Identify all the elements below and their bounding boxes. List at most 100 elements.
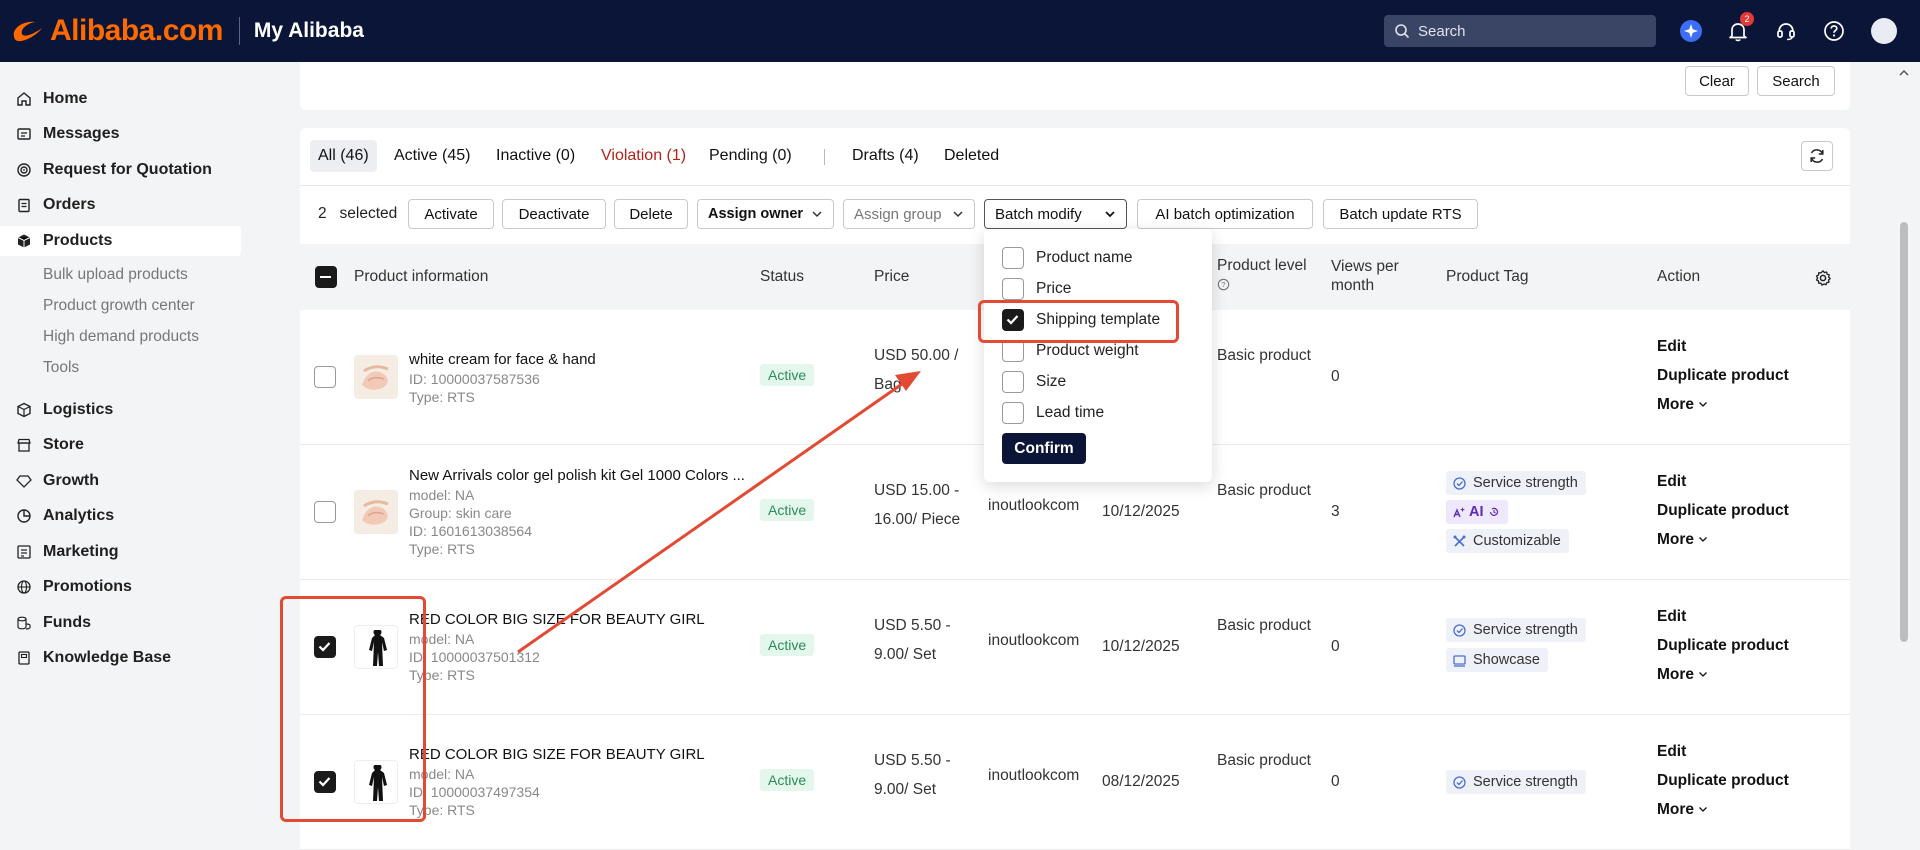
product-title[interactable]: white cream for face & hand bbox=[409, 351, 596, 368]
sidebar-subitem-high-demand[interactable]: High demand products bbox=[43, 328, 199, 346]
menu-option-lead-time[interactable]: Lead time bbox=[1002, 402, 1104, 424]
section-title[interactable]: My Alibaba bbox=[254, 19, 364, 43]
chevron-down-icon bbox=[953, 211, 963, 218]
tab-violation[interactable]: Violation (1) bbox=[593, 140, 694, 172]
product-thumbnail[interactable] bbox=[354, 355, 398, 399]
deactivate-button[interactable]: Deactivate bbox=[502, 199, 606, 229]
sidebar-item-marketing[interactable]: Marketing bbox=[0, 537, 241, 567]
menu-option-product-name[interactable]: Product name bbox=[1002, 247, 1133, 269]
user-avatar[interactable] bbox=[1870, 17, 1898, 45]
search-button[interactable]: Search bbox=[1757, 66, 1835, 96]
sidebar-item-home[interactable]: Home bbox=[0, 84, 241, 114]
customer-service-icon[interactable] bbox=[1772, 17, 1800, 45]
tag-label: Service strength bbox=[1473, 622, 1578, 638]
product-thumbnail[interactable] bbox=[354, 490, 398, 534]
sidebar-item-analytics[interactable]: Analytics bbox=[0, 501, 241, 531]
menu-option-price[interactable]: Price bbox=[1002, 278, 1071, 300]
option-label: Price bbox=[1036, 280, 1072, 297]
option-checkbox[interactable] bbox=[1002, 340, 1024, 362]
page-scrollbar[interactable] bbox=[1900, 222, 1908, 642]
views-count: 3 bbox=[1331, 503, 1340, 520]
select-all-checkbox[interactable] bbox=[315, 266, 337, 288]
product-id: ID: 10000037501312 bbox=[409, 649, 540, 665]
option-checkbox[interactable] bbox=[1002, 278, 1024, 300]
price-line-2: Bag bbox=[874, 376, 902, 393]
sidebar-subitem-growth-center[interactable]: Product growth center bbox=[43, 297, 195, 315]
tab-inactive[interactable]: Inactive (0) bbox=[488, 140, 583, 172]
sidebar-item-label: Products bbox=[43, 232, 113, 249]
confirm-button[interactable]: Confirm bbox=[1002, 433, 1086, 464]
notification-bell-icon[interactable]: 2 bbox=[1724, 12, 1754, 45]
edit-link[interactable]: Edit bbox=[1657, 743, 1686, 761]
customize-icon bbox=[1453, 535, 1466, 547]
price-line-1: USD 50.00 / bbox=[874, 347, 959, 364]
tab-drafts[interactable]: Drafts (4) bbox=[844, 140, 927, 172]
scroll-up-icon[interactable] bbox=[1898, 68, 1910, 78]
tab-all[interactable]: All (46) bbox=[310, 140, 377, 172]
ai-assistant-icon[interactable] bbox=[1677, 17, 1705, 45]
chevron-down-icon bbox=[812, 211, 822, 218]
clipboard-icon bbox=[15, 196, 33, 214]
sidebar-subitem-tools[interactable]: Tools bbox=[43, 359, 79, 377]
option-checkbox[interactable] bbox=[1002, 247, 1024, 269]
product-level: Basic product bbox=[1217, 482, 1311, 499]
tab-active[interactable]: Active (45) bbox=[386, 140, 478, 172]
header-views-line2: month bbox=[1331, 277, 1375, 294]
menu-option-size[interactable]: Size bbox=[1002, 371, 1066, 393]
price-line-1: USD 5.50 - bbox=[874, 617, 951, 634]
help-icon[interactable] bbox=[1820, 17, 1848, 45]
assign-group-select[interactable]: Assign group bbox=[843, 199, 975, 229]
alibaba-logo[interactable]: Alibaba.com bbox=[10, 14, 223, 48]
edit-link[interactable]: Edit bbox=[1657, 608, 1686, 626]
option-checkbox[interactable] bbox=[1002, 402, 1024, 424]
header-product-tag: Product Tag bbox=[1446, 268, 1529, 285]
sidebar-item-knowledge-base[interactable]: Knowledge Base bbox=[0, 643, 241, 673]
batch-modify-dropdown[interactable]: Batch modify bbox=[984, 199, 1127, 229]
sidebar-item-promotions[interactable]: Promotions bbox=[0, 572, 241, 602]
clear-button[interactable]: Clear bbox=[1685, 66, 1749, 96]
product-title[interactable]: RED COLOR BIG SIZE FOR BEAUTY GIRL bbox=[409, 611, 705, 628]
sidebar-item-growth[interactable]: Growth bbox=[0, 466, 241, 496]
sidebar-item-orders[interactable]: Orders bbox=[0, 190, 241, 220]
duplicate-product-link[interactable]: Duplicate product bbox=[1657, 772, 1789, 790]
activate-button[interactable]: Activate bbox=[408, 199, 494, 229]
row-checkbox[interactable] bbox=[314, 501, 336, 523]
tab-pending[interactable]: Pending (0) bbox=[701, 140, 800, 172]
column-settings-icon[interactable] bbox=[1814, 269, 1832, 292]
sidebar-item-label: Messages bbox=[43, 125, 120, 142]
more-menu[interactable]: More bbox=[1657, 531, 1708, 549]
ai-batch-optimization-button[interactable]: AI batch optimization bbox=[1137, 199, 1313, 229]
sidebar-item-products[interactable]: Products bbox=[0, 226, 241, 256]
product-title[interactable]: New Arrivals color gel polish kit Gel 10… bbox=[409, 467, 745, 484]
header-product-level: Product level ? bbox=[1217, 257, 1307, 296]
refresh-button[interactable] bbox=[1801, 141, 1833, 171]
option-checkbox[interactable] bbox=[1002, 371, 1024, 393]
views-count: 0 bbox=[1331, 638, 1340, 655]
delete-button[interactable]: Delete bbox=[614, 199, 688, 229]
more-menu[interactable]: More bbox=[1657, 801, 1708, 819]
duplicate-product-link[interactable]: Duplicate product bbox=[1657, 502, 1789, 520]
sidebar-item-label: Knowledge Base bbox=[43, 649, 172, 666]
batch-update-rts-button[interactable]: Batch update RTS bbox=[1323, 199, 1478, 229]
price-cell: USD 15.00 - 16.00/ Piece bbox=[874, 476, 960, 534]
assign-group-label: Assign group bbox=[854, 205, 942, 223]
sidebar-item-funds[interactable]: Funds bbox=[0, 608, 241, 638]
sidebar-item-rfq[interactable]: Request for Quotation bbox=[0, 155, 241, 185]
row-checkbox[interactable] bbox=[314, 366, 336, 388]
sidebar-subitem-bulk-upload[interactable]: Bulk upload products bbox=[43, 266, 188, 284]
sidebar-item-logistics[interactable]: Logistics bbox=[0, 395, 241, 425]
global-search-input[interactable]: Search bbox=[1384, 15, 1656, 47]
edit-link[interactable]: Edit bbox=[1657, 338, 1686, 356]
tab-deleted[interactable]: Deleted bbox=[936, 140, 1007, 172]
more-menu[interactable]: More bbox=[1657, 666, 1708, 684]
duplicate-product-link[interactable]: Duplicate product bbox=[1657, 637, 1789, 655]
assign-owner-select[interactable]: Assign owner bbox=[697, 199, 834, 229]
more-menu[interactable]: More bbox=[1657, 396, 1708, 414]
sidebar-item-store[interactable]: Store bbox=[0, 430, 241, 460]
duplicate-product-link[interactable]: Duplicate product bbox=[1657, 367, 1789, 385]
product-title[interactable]: RED COLOR BIG SIZE FOR BEAUTY GIRL bbox=[409, 746, 705, 763]
edit-link[interactable]: Edit bbox=[1657, 473, 1686, 491]
info-icon[interactable]: ? bbox=[1217, 278, 1230, 291]
menu-option-product-weight[interactable]: Product weight bbox=[1002, 340, 1139, 362]
sidebar-item-messages[interactable]: Messages bbox=[0, 119, 241, 149]
